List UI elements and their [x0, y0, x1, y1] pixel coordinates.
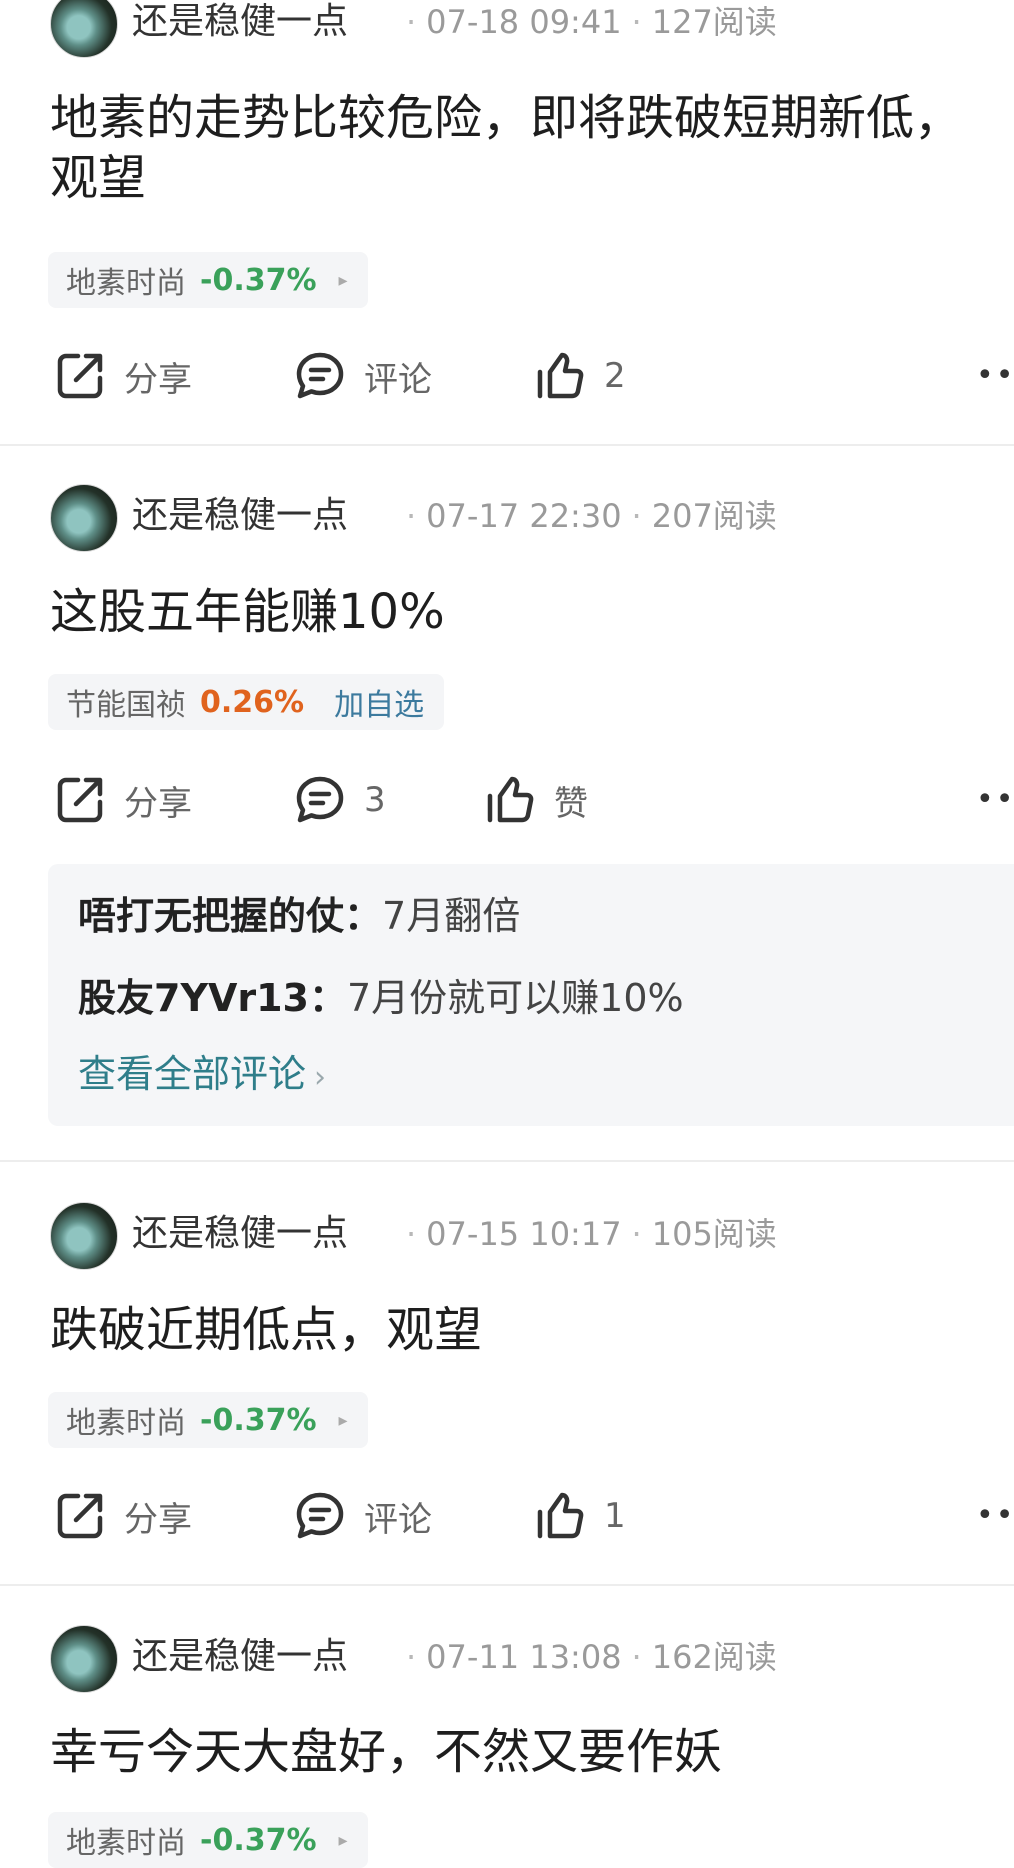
- post-content[interactable]: 幸亏今天大盘好，不然又要作妖: [50, 1722, 1000, 1782]
- comment-count: 3: [364, 780, 386, 820]
- comment-icon: [296, 1492, 344, 1539]
- read-count: 207阅读: [651, 497, 777, 535]
- share-label: 分享: [124, 359, 192, 400]
- stock-tag[interactable]: 地素时尚 -0.37% ▸: [48, 1392, 368, 1448]
- username[interactable]: 还是稳健一点: [132, 1212, 348, 1256]
- add-watchlist-button[interactable]: 加自选: [334, 680, 424, 724]
- avatar[interactable]: [50, 1202, 118, 1270]
- comment-button[interactable]: 评论: [292, 348, 432, 404]
- more-icon[interactable]: •••: [976, 782, 1014, 817]
- read-count: 162阅读: [651, 1638, 777, 1676]
- stock-tag[interactable]: 地素时尚 -0.37% ▸: [48, 1812, 368, 1868]
- comment-label: 评论: [364, 359, 432, 400]
- share-button[interactable]: 分享: [52, 772, 192, 828]
- post-meta: · 07-15 10:17 · 105阅读: [396, 1212, 777, 1256]
- username[interactable]: 还是稳健一点: [132, 494, 348, 538]
- stock-tag[interactable]: 地素时尚 -0.37% ▸: [48, 252, 368, 308]
- like-count: 2: [604, 356, 626, 396]
- avatar[interactable]: [50, 0, 118, 58]
- comment-username[interactable]: 股友7YVr13：: [78, 976, 347, 1020]
- comment-label: 评论: [364, 1499, 432, 1540]
- share-button[interactable]: 分享: [52, 1488, 192, 1544]
- like-label: 赞: [554, 783, 588, 824]
- comment-button[interactable]: 评论: [292, 1488, 432, 1544]
- separator-dot: ·: [406, 1638, 417, 1676]
- comment-icon: [296, 776, 344, 823]
- post-content[interactable]: 跌破近期低点，观望: [50, 1300, 1000, 1360]
- share-icon: [57, 777, 103, 823]
- post-card: 还是稳健一点 · 07-18 09:41 · 127阅读 地素的走势比较危险，即将跌破…: [0, 0, 1014, 445]
- share-label: 分享: [124, 1499, 192, 1540]
- separator-dot: ·: [631, 1638, 642, 1676]
- separator-dot: ·: [631, 1215, 642, 1253]
- comment-item[interactable]: 股友7YVr13：7月份就可以赚10%: [78, 974, 684, 1022]
- comment-button[interactable]: 3: [292, 772, 386, 828]
- share-icon: [57, 1493, 103, 1539]
- comment-item[interactable]: 唔打无把握的仗：7月翻倍: [78, 892, 520, 940]
- post-meta: · 07-18 09:41 · 127阅读: [396, 0, 777, 44]
- more-icon[interactable]: •••: [976, 358, 1014, 393]
- share-icon: [57, 353, 103, 399]
- comment-text: 7月份就可以赚10%: [347, 976, 684, 1020]
- view-all-comments-link[interactable]: 查看全部评论 ›: [78, 1050, 326, 1102]
- stock-change: -0.37%: [200, 1402, 317, 1438]
- comments-preview[interactable]: 唔打无把握的仗：7月翻倍 股友7YVr13：7月份就可以赚10% 查看全部评论 ›: [48, 864, 1014, 1126]
- view-all-label: 查看全部评论: [78, 1052, 307, 1096]
- read-count: 105阅读: [651, 1215, 777, 1253]
- post-content[interactable]: 这股五年能赚10%: [50, 582, 1000, 642]
- chevron-right-icon: ›: [314, 1060, 327, 1095]
- thumbs-up-icon: [537, 352, 584, 399]
- share-label: 分享: [124, 783, 192, 824]
- separator-dot: ·: [406, 1215, 417, 1253]
- username[interactable]: 还是稳健一点: [132, 1635, 348, 1679]
- post-time: 07-17 22:30: [426, 497, 622, 535]
- like-button[interactable]: 赞: [482, 772, 588, 828]
- username[interactable]: 还是稳健一点: [132, 0, 348, 44]
- comment-text: 7月翻倍: [382, 894, 521, 938]
- separator-dot: ·: [406, 497, 417, 535]
- play-arrow-icon: ▸: [338, 1829, 348, 1851]
- separator-dot: ·: [406, 3, 417, 41]
- stock-name: 节能国祯: [66, 688, 186, 723]
- stock-name: 地素时尚: [66, 1406, 186, 1441]
- post-meta: · 07-17 22:30 · 207阅读: [396, 494, 777, 538]
- stock-name: 地素时尚: [66, 1826, 186, 1861]
- like-button[interactable]: 2: [532, 348, 626, 404]
- avatar[interactable]: [50, 484, 118, 552]
- like-button[interactable]: 1: [532, 1488, 626, 1544]
- post-meta: · 07-11 13:08 · 162阅读: [396, 1635, 777, 1679]
- more-icon[interactable]: •••: [976, 1498, 1014, 1533]
- thumbs-up-icon: [487, 776, 534, 823]
- stock-name: 地素时尚: [66, 266, 186, 301]
- comment-username[interactable]: 唔打无把握的仗：: [78, 894, 382, 938]
- play-arrow-icon: ▸: [338, 269, 348, 291]
- stock-change: 0.26%: [200, 684, 305, 720]
- stock-change: -0.37%: [200, 1822, 317, 1858]
- separator-dot: ·: [631, 3, 642, 41]
- thumbs-up-icon: [537, 1492, 584, 1539]
- stock-tag[interactable]: 节能国祯 0.26% 加自选: [48, 674, 445, 730]
- divider: [0, 1160, 1014, 1162]
- share-button[interactable]: 分享: [52, 348, 192, 404]
- post-time: 07-11 13:08: [426, 1638, 622, 1676]
- play-arrow-icon: ▸: [338, 1409, 348, 1431]
- post-time: 07-18 09:41: [426, 3, 622, 41]
- comment-icon: [296, 352, 344, 399]
- post-content[interactable]: 地素的走势比较危险，即将跌破短期新低，观望: [50, 88, 1000, 208]
- stock-change: -0.37%: [200, 262, 317, 298]
- like-count: 1: [604, 1496, 626, 1536]
- avatar[interactable]: [50, 1625, 118, 1693]
- separator-dot: ·: [631, 497, 642, 535]
- divider: [0, 1584, 1014, 1586]
- divider: [0, 444, 1014, 446]
- post-time: 07-15 10:17: [426, 1215, 622, 1253]
- read-count: 127阅读: [651, 3, 777, 41]
